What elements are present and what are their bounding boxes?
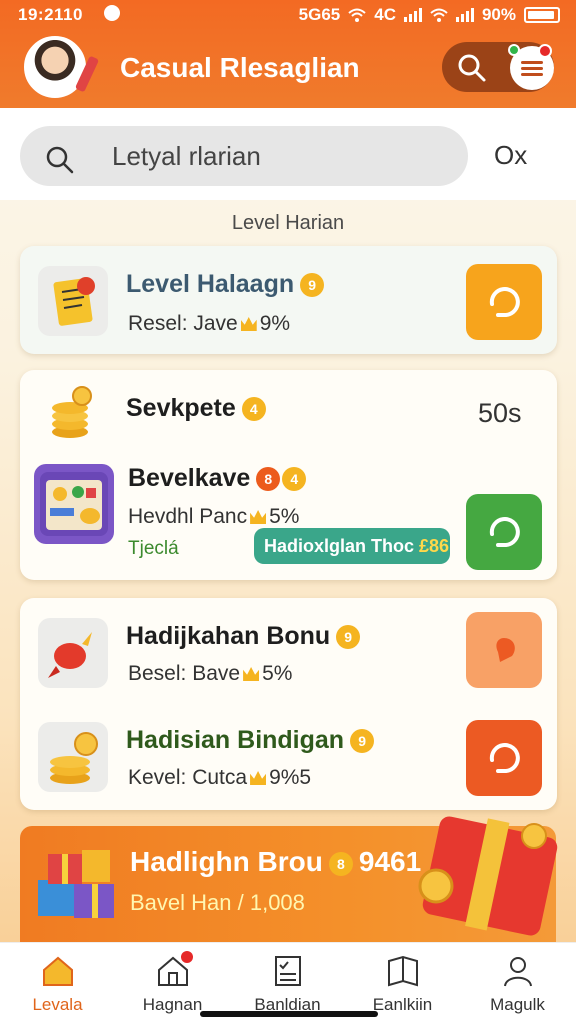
candy-icon — [38, 618, 108, 688]
signal-label: 4C — [374, 5, 396, 24]
coin-icon: 4 — [241, 397, 266, 422]
notepad-icon — [38, 266, 108, 336]
signal-icon-2 — [455, 8, 474, 22]
card-subtitle: Hevdhl Panc 5% — [128, 505, 300, 528]
signal-icon — [403, 8, 422, 22]
coin-icon: 8 — [328, 851, 353, 876]
reward-tag: Hadioxlglan Thoc £86i — [254, 528, 450, 564]
card-subtitle: Kevel: Cutca 9%5 — [128, 766, 312, 789]
crown-icon — [250, 510, 267, 524]
claim-button[interactable] — [466, 264, 542, 340]
promo-subtitle: Bavel Han / 1,008 — [130, 890, 305, 915]
crown-icon — [250, 771, 267, 785]
card-subtitle: Resel: Jave 9% — [128, 312, 291, 335]
crown-icon — [243, 667, 260, 681]
nav-item-levela[interactable]: Levala — [0, 943, 115, 1024]
card-title: Level Halaagn 9 — [126, 270, 325, 299]
checklist-icon — [275, 956, 301, 986]
treasure-box-icon — [34, 464, 114, 544]
home-indicator — [200, 1011, 378, 1017]
nav-item-magulk[interactable]: Magulk — [460, 943, 575, 1024]
status-indicators: 5G65 4C 90% — [299, 5, 560, 25]
wifi-icon — [348, 8, 366, 22]
notification-icon — [104, 5, 120, 21]
book-icon — [388, 955, 418, 987]
status-time: 19:2110 — [18, 5, 83, 24]
coin-icon: 8 — [256, 467, 281, 492]
timer-label: 50s — [478, 398, 522, 428]
status-text: Tjeclá — [128, 538, 179, 559]
red-gift-icon — [410, 806, 570, 946]
app-header: 19:2110 5G65 4C 90% Casual Rlesaglian — [0, 0, 576, 108]
wifi-icon-2 — [430, 8, 448, 22]
status-bar: 19:2110 5G65 4C 90% — [0, 0, 576, 30]
coin-icon: 9 — [336, 625, 361, 650]
search-button[interactable] — [456, 52, 488, 84]
home-icon — [43, 956, 73, 986]
coin-icon: 4 — [282, 467, 307, 492]
promo-title: Hadlighn Brou 8 9461 — [130, 846, 422, 877]
coin-pile-icon — [38, 722, 108, 792]
crown-icon — [240, 317, 257, 331]
coin-icon: 9 — [350, 729, 375, 754]
claim-button[interactable] — [466, 612, 542, 688]
section-title: Level Harian — [231, 212, 345, 234]
coin-stack-icon — [48, 384, 98, 440]
card-title: Sevkpete 4 — [126, 394, 266, 423]
card-title: Bevelkave 8 4 — [128, 464, 307, 493]
search-icon — [46, 146, 74, 174]
search-bar — [0, 108, 576, 200]
coin-icon: 9 — [300, 273, 325, 298]
battery-label: 90% — [481, 5, 516, 24]
card-title: Hadisian Bindigan 9 — [126, 726, 375, 755]
online-indicator — [508, 44, 520, 56]
nav-label: Magulk — [490, 995, 545, 1014]
cancel-button[interactable]: Ox — [494, 140, 527, 171]
card-title: Hadijkahan Bonu 9 — [126, 622, 361, 651]
claim-button[interactable] — [466, 494, 542, 570]
card-subtitle: Besel: Bave 5% — [128, 662, 293, 685]
battery-icon — [524, 7, 560, 23]
search-input[interactable] — [20, 126, 468, 186]
user-icon — [504, 957, 532, 987]
nav-label: Levala — [32, 995, 83, 1014]
notification-badge — [538, 44, 552, 58]
gift-boxes-icon — [34, 840, 120, 922]
app-title: Casual Rlesaglian — [120, 52, 360, 83]
notification-badge — [181, 951, 193, 963]
claim-button[interactable] — [466, 720, 542, 796]
network-label: 5G65 — [298, 5, 341, 24]
